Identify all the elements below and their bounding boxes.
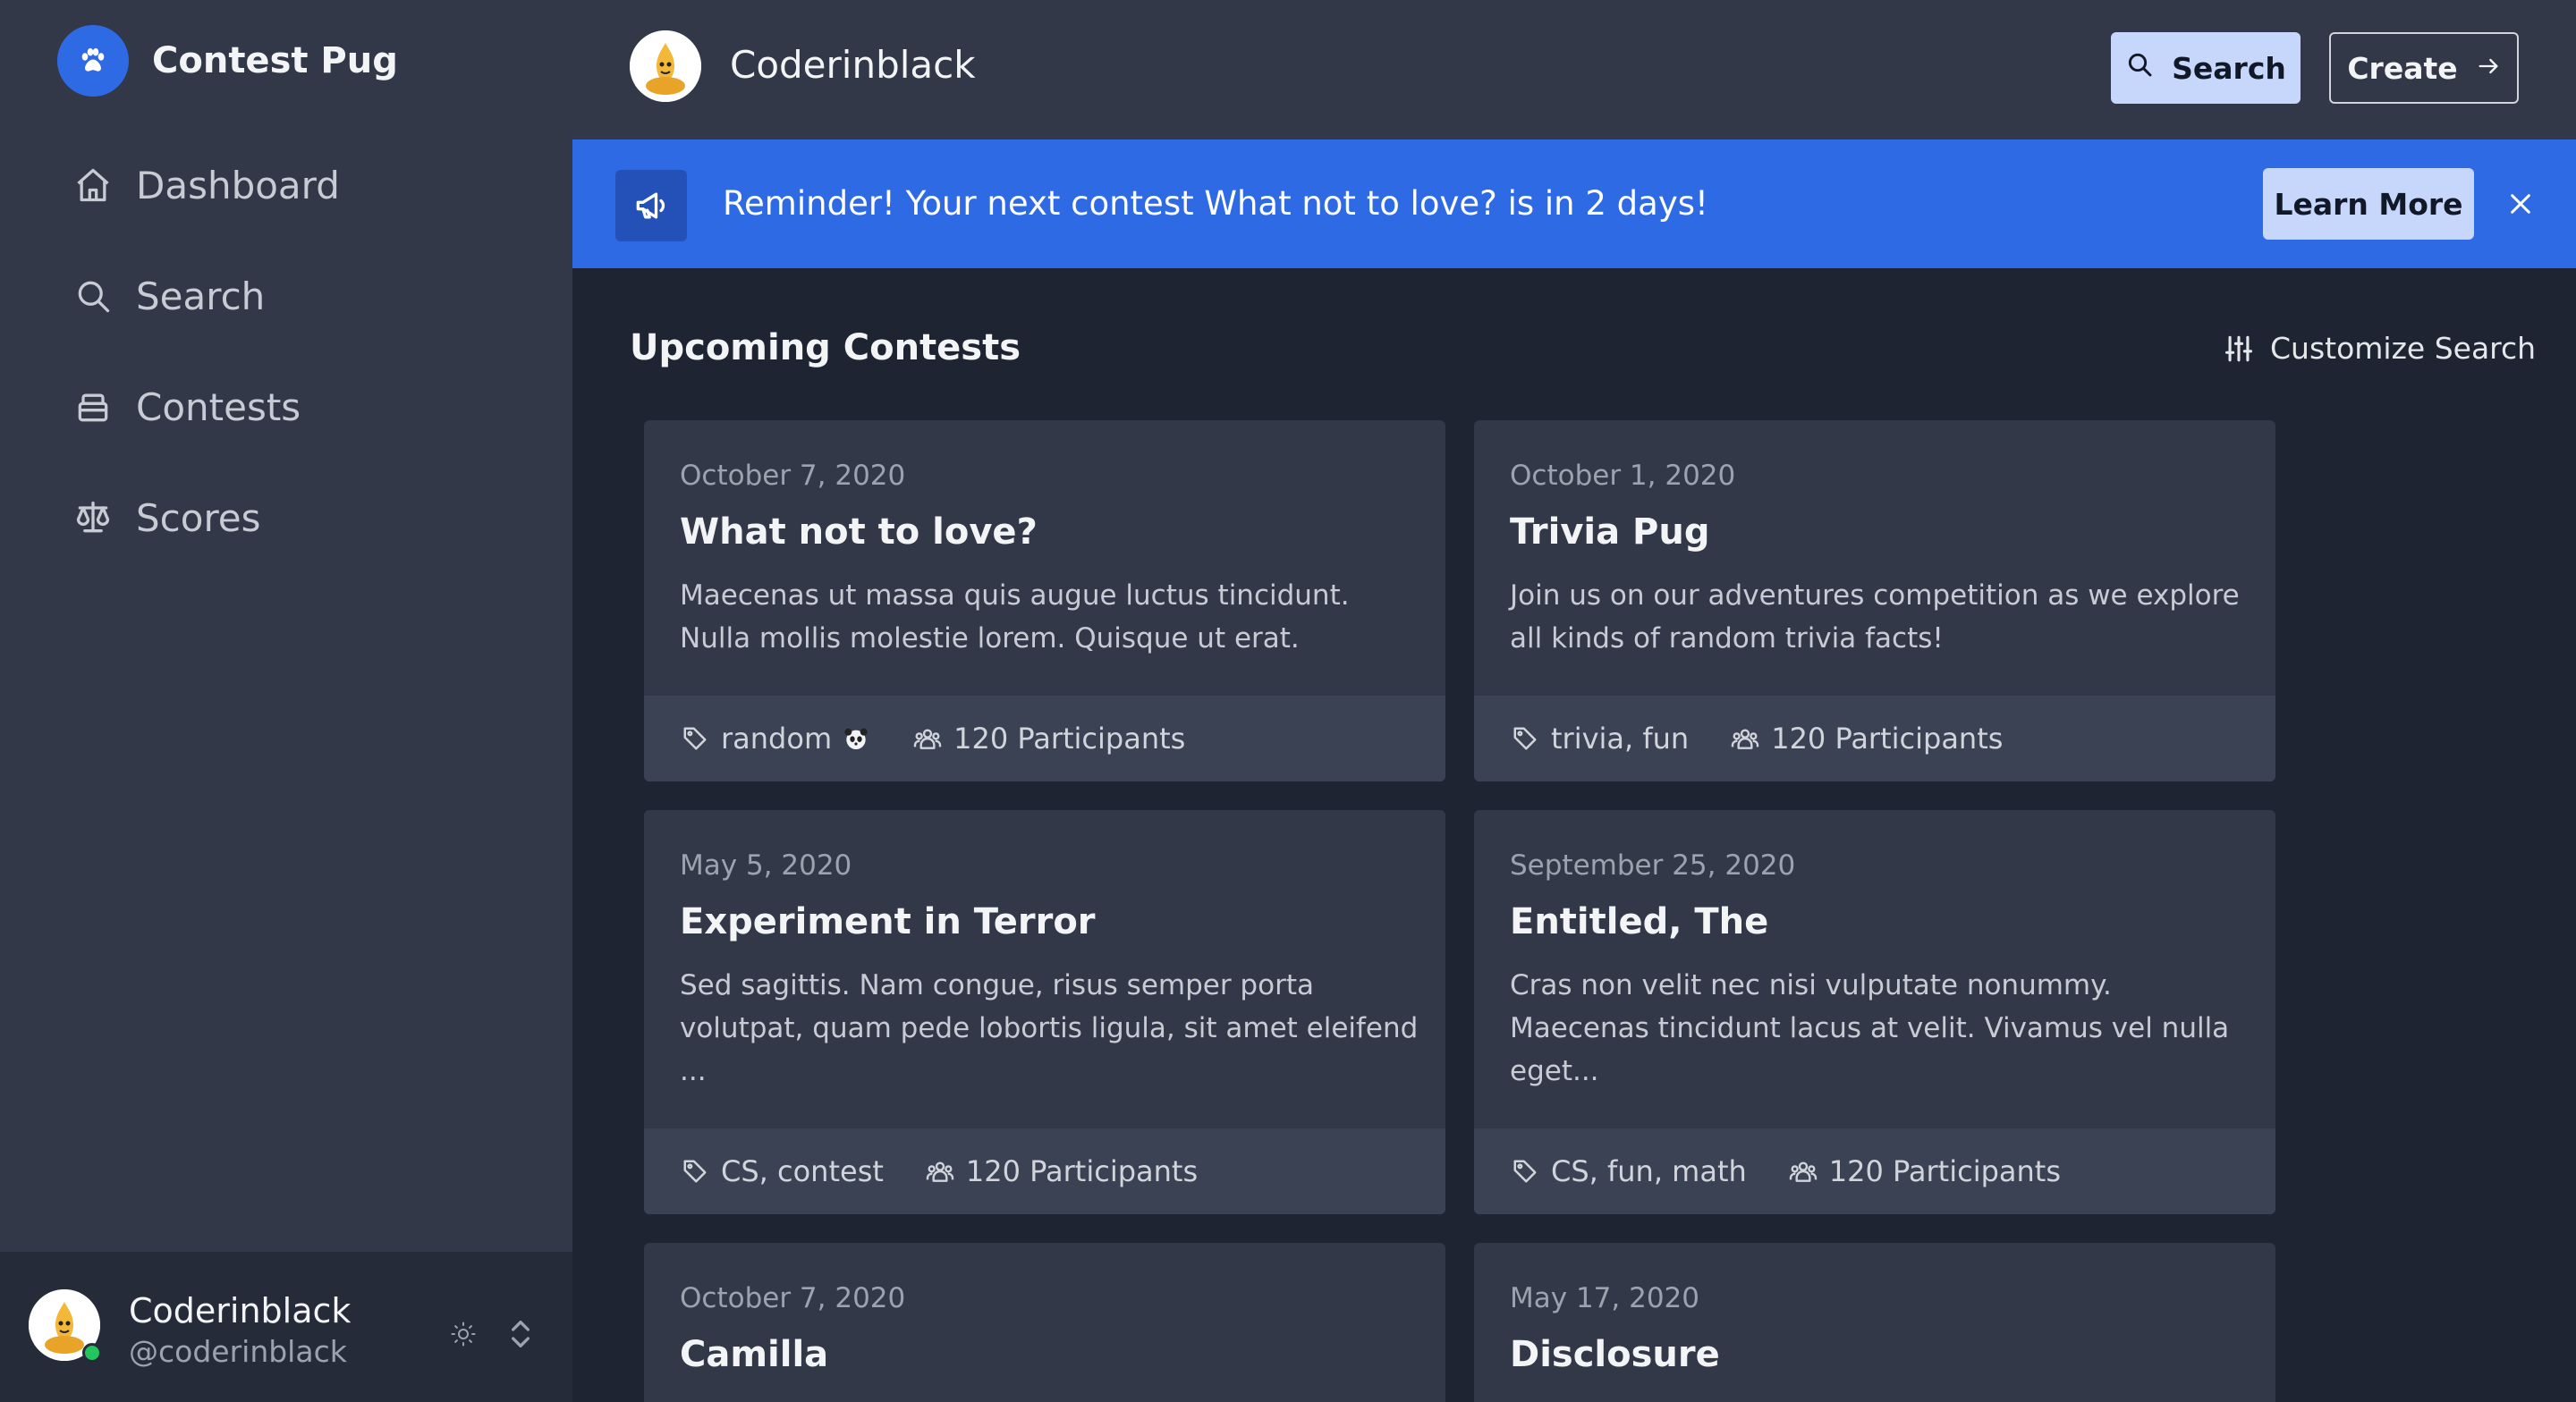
contest-description: Sed sagittis. Nam congue, risus semper p… (680, 969, 1419, 1087)
contest-title: What not to love? (680, 511, 1038, 553)
sidebar-item-label: Search (136, 274, 266, 318)
contest-tags: random (721, 722, 833, 756)
contest-title: Entitled, The (1510, 901, 1769, 942)
contest-card-footer: random 120 Participants (644, 696, 1445, 781)
contest-card[interactable]: September 25, 2020 Entitled, The Cras no… (1474, 810, 2275, 1214)
sidebar-item-label: Scores (136, 495, 261, 540)
create-button-label: Create (2347, 50, 2458, 86)
contest-date: October 1, 2020 (1510, 460, 1736, 492)
app-name: Contest Pug (152, 40, 398, 81)
customize-search-label: Customize Search (2270, 331, 2537, 366)
contest-title: Trivia Pug (1510, 511, 1710, 553)
chevron-up-down-icon[interactable] (503, 1313, 538, 1356)
customize-search-button[interactable]: Customize Search (2224, 331, 2536, 366)
create-button[interactable]: Create (2329, 32, 2519, 104)
sidebar-item-dashboard[interactable]: Dashboard (72, 154, 340, 216)
avatar (29, 1289, 102, 1363)
online-status-dot (82, 1343, 102, 1363)
sidebar-item-label: Dashboard (136, 163, 340, 207)
search-icon (2125, 50, 2154, 86)
sun-icon[interactable] (445, 1316, 481, 1352)
paw-icon (57, 25, 129, 97)
contest-title: Disclosure (1510, 1334, 1720, 1375)
contest-description: Cras non velit nec nisi vulputate nonumm… (1510, 969, 2230, 1087)
box-icon (72, 385, 114, 428)
sidebar-nav: Dashboard Search Contests Scores (72, 154, 340, 597)
contest-date: September 25, 2020 (1510, 849, 1796, 882)
top-header: Coderinblack Search Create (572, 0, 2576, 139)
contest-card-footer: CS, fun, math 120 Participants (1474, 1128, 2275, 1214)
sidebar-item-contests[interactable]: Contests (72, 376, 340, 438)
contest-card-footer: trivia, fun 120 Participants (1474, 696, 2275, 781)
reminder-banner: Reminder! Your next contest What not to … (572, 139, 2576, 268)
contest-description: Join us on our adventures competition as… (1510, 579, 2240, 655)
contest-description: Maecenas ut massa quis augue luctus tinc… (680, 579, 1350, 655)
section-title: Upcoming Contests (630, 327, 1021, 368)
banner-message: Reminder! Your next contest What not to … (723, 184, 1708, 223)
tag-icon (1510, 1156, 1540, 1187)
contest-tags: CS, contest (721, 1154, 884, 1188)
megaphone-icon (615, 170, 687, 241)
sliders-icon (2224, 335, 2253, 361)
contest-date: October 7, 2020 (680, 460, 906, 492)
sidebar-user-profile[interactable]: Coderinblack @coderinblack (0, 1252, 572, 1402)
home-icon (72, 164, 114, 207)
contest-card[interactable]: October 7, 2020 Camilla (644, 1243, 1445, 1402)
contest-tags: trivia, fun (1551, 722, 1690, 756)
scale-icon (72, 496, 114, 539)
sidebar-item-search[interactable]: Search (72, 265, 340, 327)
tag-icon (680, 723, 710, 754)
search-button[interactable]: Search (2111, 32, 2301, 104)
tag-icon (680, 1156, 710, 1187)
user-name: Coderinblack (129, 1291, 352, 1330)
avatar[interactable] (630, 30, 701, 102)
users-icon (1788, 1156, 1818, 1187)
close-icon[interactable] (2503, 186, 2538, 222)
participant-count: 120 Participants (1771, 722, 2004, 756)
participant-count: 120 Participants (953, 722, 1186, 756)
contest-card[interactable]: May 5, 2020 Experiment in Terror Sed sag… (644, 810, 1445, 1214)
users-icon (912, 723, 943, 754)
panda-icon (841, 723, 871, 754)
header-user-name: Coderinblack (730, 43, 976, 87)
sidebar: Contest Pug Dashboard Search Contests Sc… (0, 0, 572, 1402)
tag-icon (1510, 723, 1540, 754)
contest-title: Camilla (680, 1334, 829, 1375)
contest-title: Experiment in Terror (680, 901, 1096, 942)
contest-date: October 7, 2020 (680, 1282, 906, 1314)
sidebar-item-scores[interactable]: Scores (72, 486, 340, 549)
contest-card[interactable]: May 17, 2020 Disclosure (1474, 1243, 2275, 1402)
participant-count: 120 Participants (965, 1154, 1199, 1188)
users-icon (1730, 723, 1760, 754)
brand[interactable]: Contest Pug (57, 25, 398, 97)
participant-count: 120 Participants (1828, 1154, 2061, 1188)
contest-tags: CS, fun, math (1551, 1154, 1747, 1188)
contest-date: May 5, 2020 (680, 849, 852, 882)
contest-date: May 17, 2020 (1510, 1282, 1699, 1314)
contest-card-footer: CS, contest 120 Participants (644, 1128, 1445, 1214)
search-button-label: Search (2172, 50, 2286, 86)
users-icon (925, 1156, 955, 1187)
sidebar-item-label: Contests (136, 384, 301, 429)
user-handle: @coderinblack (129, 1334, 347, 1369)
search-icon (72, 274, 114, 317)
contest-card[interactable]: October 1, 2020 Trivia Pug Join us on ou… (1474, 420, 2275, 781)
contest-card[interactable]: October 7, 2020 What not to love? Maecen… (644, 420, 1445, 781)
learn-more-button[interactable]: Learn More (2263, 168, 2474, 240)
arrow-right-icon (2476, 51, 2501, 86)
